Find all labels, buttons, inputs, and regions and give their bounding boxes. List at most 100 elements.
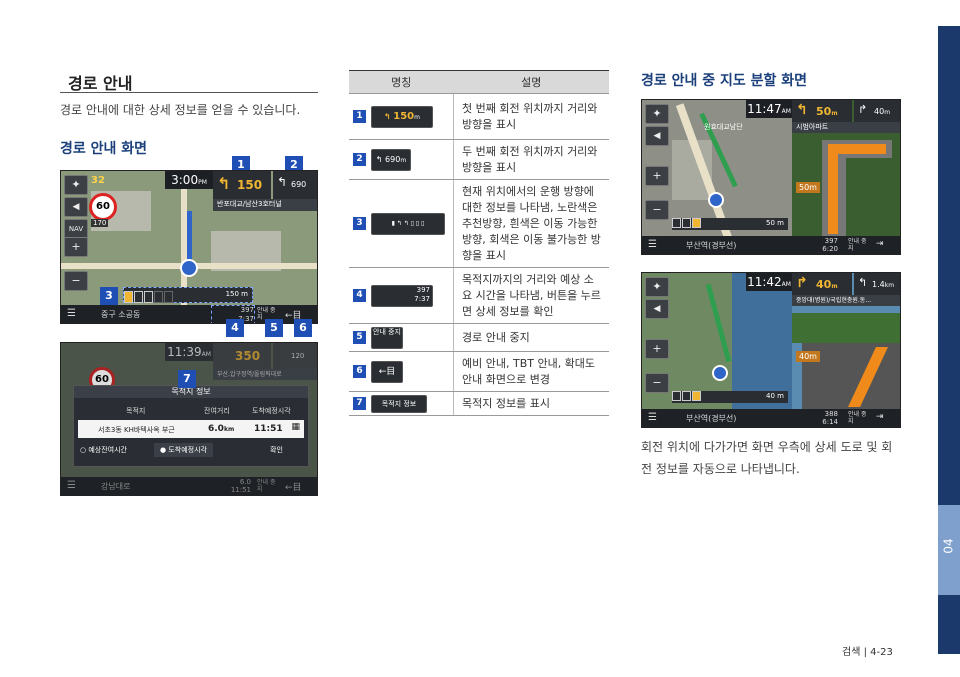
lane-icon xyxy=(134,291,143,303)
eta-time: 11:51 xyxy=(230,486,251,494)
turn-left-icon: ↰ xyxy=(796,102,808,118)
nav-label-button[interactable]: NAV xyxy=(64,219,88,239)
option-row: ○ 예상잔여시간 ● 도착예정시각 확인 xyxy=(74,442,308,462)
col-eta: 도착예정시각 xyxy=(252,407,291,415)
remaining-info-icon: 397 7:37 xyxy=(371,284,433,307)
river xyxy=(732,273,792,427)
option-eta[interactable]: ● 도착예정시각 xyxy=(154,443,213,457)
page-number: 검색 | 4-23 xyxy=(842,647,893,658)
remaining-info[interactable]: 397 6:20 xyxy=(792,237,838,253)
remaining-distance: 397 xyxy=(240,306,254,314)
remaining-info[interactable]: 6.0 11:51 xyxy=(221,478,251,494)
zoom-out-button[interactable]: − xyxy=(64,271,88,291)
remaining-distance: 397 xyxy=(824,237,838,245)
zoom-out-button[interactable]: − xyxy=(645,200,669,220)
option-remaining-time[interactable]: ○ 예상잔여시간 xyxy=(80,445,127,455)
split-screen-title: 경로 안내 중 지도 분할 화면 xyxy=(641,73,808,89)
view-change-button[interactable]: ⇥ xyxy=(876,239,884,249)
stop-guidance-button[interactable]: 안내 중지 xyxy=(257,479,277,493)
clock-suffix: PM xyxy=(198,179,207,186)
table-row: 6 ←目 예비 안내, TBT 안내, 확대도 안내 화면으로 변경 xyxy=(349,351,609,392)
lane-guide: 50 m xyxy=(672,218,788,230)
edit-icon[interactable]: ▦ xyxy=(291,422,300,432)
row-number: 6 xyxy=(353,365,366,378)
row-name: 1 ↰ 150m xyxy=(349,93,454,140)
road-name: 반포대교/남산3호터널 xyxy=(213,199,317,211)
turn-panel-1[interactable]: ↰ 150 xyxy=(213,171,271,199)
speed-limit-sign: 60 xyxy=(89,193,117,221)
zoom-in-button[interactable]: + xyxy=(645,339,669,359)
current-position-icon xyxy=(712,365,728,381)
marker-7: 7 xyxy=(178,370,196,388)
compass-button[interactable]: ✦ xyxy=(645,277,669,297)
row-name: 5 안내 중지 xyxy=(349,323,454,352)
zoom-in-button[interactable]: + xyxy=(64,237,88,257)
volume-icon[interactable]: ◀ xyxy=(645,126,669,146)
row-number: 2 xyxy=(353,153,366,166)
road-name: 부산,압구정역/올림픽대로 xyxy=(213,369,317,380)
next-turn-distance: 690 xyxy=(291,180,307,189)
legend-table: 명칭 설명 1 ↰ 150m 첫 번째 회전 위치까지 거리와 방향을 표시 2 ↰… xyxy=(349,70,609,416)
menu-icon[interactable]: ☰ xyxy=(648,412,657,423)
poi-name: 시범아파트 xyxy=(792,122,900,133)
row-desc: 예비 안내, TBT 안내, 확대도 안내 화면으로 변경 xyxy=(453,351,609,392)
destination-info-panel: 목적지 정보 목적지 잔여거리 도착예정시각 서초3동 KH바텍사옥 부근 6.… xyxy=(73,385,309,467)
lane-icon xyxy=(682,391,691,401)
remaining-number: 6.0 xyxy=(208,424,224,434)
turn-right-icon: ↱ xyxy=(858,103,868,116)
bottom-road[interactable]: 강남대로 xyxy=(101,481,130,492)
confirm-button[interactable]: 확인 xyxy=(270,445,283,455)
remaining-info[interactable]: 388 6:14 xyxy=(792,410,838,426)
next-turn-distance: 120 xyxy=(291,352,305,360)
speed-limit-value: 60 xyxy=(96,201,110,212)
turn-distance: 350 xyxy=(235,349,261,363)
destination-row[interactable]: 서초3동 KH바텍사옥 부근 6.0km 11:51 ▦ xyxy=(78,420,304,438)
bottom-road[interactable]: 부산역(경부선) xyxy=(686,240,736,251)
option-remaining-time-label: 예상잔여시간 xyxy=(88,446,127,454)
turn-left-small-icon: ↰ xyxy=(277,175,288,189)
remaining-distance: 388 xyxy=(824,410,838,418)
roadside-trees xyxy=(792,313,900,343)
volume-icon[interactable]: ◀ xyxy=(64,197,88,217)
icon-value: 690 xyxy=(385,154,401,164)
zoom-in-button[interactable]: + xyxy=(645,166,669,186)
turn-panel-2[interactable]: ↰ 690 xyxy=(273,171,317,199)
menu-icon[interactable]: ☰ xyxy=(67,480,76,491)
row-name: 4 397 7:37 xyxy=(349,267,454,324)
row-desc: 경로 안내 중지 xyxy=(453,323,609,352)
stop-guidance-button[interactable]: 안내 중지 xyxy=(848,238,868,252)
menu-icon[interactable]: ☰ xyxy=(67,308,76,319)
bottom-road[interactable]: 부산역(경부선) xyxy=(686,413,736,424)
compass-button[interactable]: ✦ xyxy=(64,175,88,195)
destination-info-screen-shot: 60 11:39AM 350 120 부산,압구정역/올림픽대로 목적지 정보 … xyxy=(60,342,318,496)
turn-distance-value: 50 xyxy=(816,105,832,118)
zoom-out-button[interactable]: − xyxy=(645,373,669,393)
row-desc: 첫 번째 회전 위치까지 거리와 방향을 표시 xyxy=(453,93,609,140)
lane-icon xyxy=(692,391,701,401)
row-name: 2 ↰ 690m xyxy=(349,139,454,180)
col-remaining: 잔여거리 xyxy=(204,407,230,415)
stop-guidance-button[interactable]: 안내 중지 xyxy=(848,411,868,425)
destination-value: 서초3동 KH바텍사옥 부근 xyxy=(98,426,175,434)
row-name: 3 ▮ ↰ ↰ ▯ ▯ ▯ xyxy=(349,179,454,268)
menu-icon[interactable]: ☰ xyxy=(648,239,657,250)
lane-guide-icon: ▮ ↰ ↰ ▯ ▯ ▯ xyxy=(371,212,445,235)
compass-button[interactable]: ✦ xyxy=(645,104,669,124)
lane-guide[interactable]: 150 m xyxy=(123,287,253,303)
row-desc: 목적지까지의 거리와 예상 소요 시간을 나타냄, 버튼을 누르면 상세 정보를… xyxy=(453,267,609,324)
junction-turn-arrow xyxy=(828,154,838,234)
bottom-address[interactable]: 중구 소공동 xyxy=(101,309,140,320)
turn-arrow-icon: ↰ xyxy=(384,111,391,121)
turn-panel-2: ↱ 40m xyxy=(854,100,900,122)
split-screen-shot-1: 원효대교남단 ✦ ◀ + − 11:47AM 50 m ↰ 50m ↱ 40m 시범… xyxy=(641,99,901,255)
clock-suffix: AM xyxy=(201,351,211,358)
screen-title: 경로 안내 화면 xyxy=(60,141,148,157)
highway-junction-view: ↱ 40m ↰ 1.4km 중앙대(병원)/국립현충원.동... 40m xyxy=(792,273,900,409)
view-change-button[interactable]: ←目 xyxy=(285,480,302,493)
current-speed: 32 xyxy=(91,175,105,186)
view-change-button[interactable]: ⇥ xyxy=(876,412,884,422)
clock-panel: 11:47AM xyxy=(746,100,792,118)
split-screen-caption: 회전 위치에 다가가면 화면 우측에 상세 도로 및 회전 정보를 자동으로 나… xyxy=(641,440,893,476)
clock-panel: 11:39AM xyxy=(165,343,213,361)
volume-icon[interactable]: ◀ xyxy=(645,299,669,319)
